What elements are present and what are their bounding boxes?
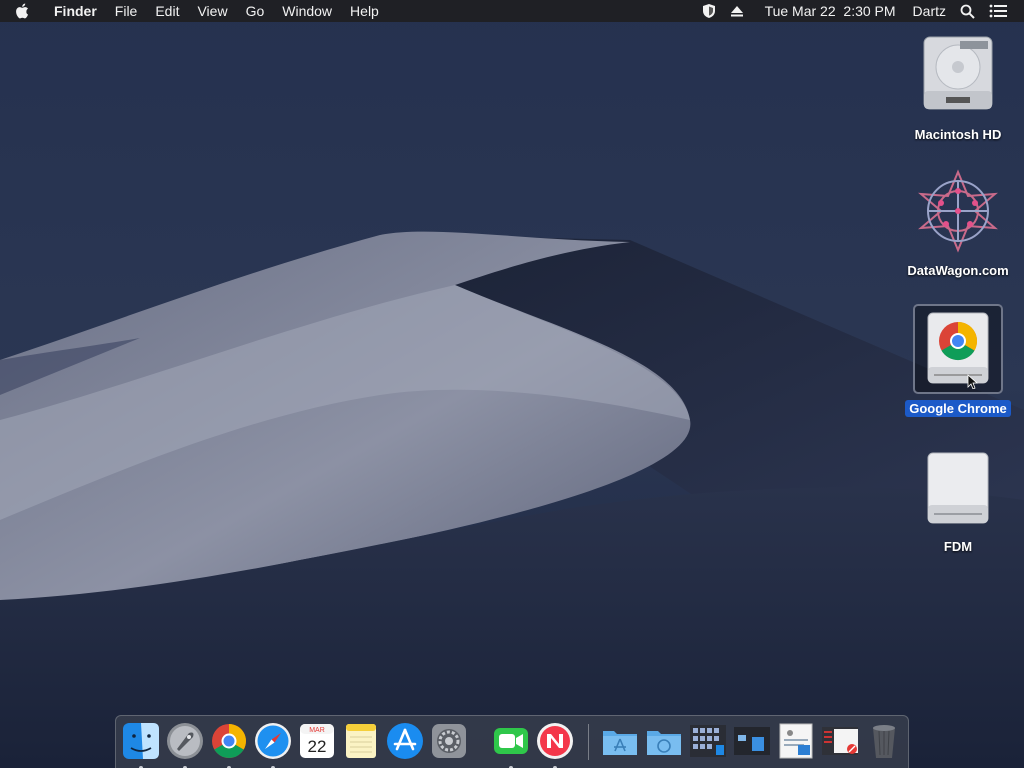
search-icon[interactable] [953, 4, 982, 19]
rocket-icon [167, 723, 203, 759]
desktop-icon-fdm[interactable]: FDM [898, 442, 1018, 555]
folder-icon [647, 731, 681, 755]
desktop-icon-google-chrome[interactable]: Google Chrome [898, 304, 1018, 417]
notification-center-icon[interactable] [982, 4, 1014, 18]
dock-item-calendar[interactable]: MAR 22 [297, 721, 337, 761]
stack-icon [690, 725, 726, 757]
desktop-icon-label: DataWagon.com [907, 263, 1009, 278]
trash-icon [873, 725, 895, 758]
dock-item-finder[interactable] [121, 721, 161, 768]
dock-item-news[interactable] [535, 721, 575, 768]
dock-item-recent-stack-1[interactable] [776, 721, 816, 761]
app-store-icon [387, 723, 423, 759]
dock-item-google-chrome[interactable] [209, 721, 249, 768]
dock-item-app-store[interactable] [385, 721, 425, 761]
notes-icon [346, 724, 376, 758]
menu-edit[interactable]: Edit [146, 0, 188, 22]
menu-help[interactable]: Help [341, 0, 388, 22]
menu-bar: Finder File Edit View Go Window Help Tue… [0, 0, 1024, 22]
chrome-disk-image-icon [913, 304, 1003, 394]
desktop-icon-datawagon[interactable]: DataWagon.com [898, 166, 1018, 279]
dock-item-applications-folder[interactable] [600, 721, 640, 761]
desktop-icon-label: FDM [943, 539, 973, 554]
chrome-icon [212, 724, 246, 758]
menu-app-finder[interactable]: Finder [44, 0, 106, 22]
menu-clock[interactable]: Tue Mar 22 2:30 PM [751, 0, 903, 22]
gear-icon [432, 724, 466, 758]
dock: MAR 22 [115, 715, 909, 768]
dock-item-safari[interactable] [253, 721, 293, 768]
dock-item-launchpad[interactable] [165, 721, 205, 768]
stack-icon [734, 727, 770, 755]
dock-separator [588, 724, 589, 760]
eject-icon[interactable] [723, 5, 751, 17]
desktop-icon-macintosh-hd[interactable]: Macintosh HD [898, 30, 1018, 143]
facetime-icon [494, 728, 528, 754]
finder-icon [123, 723, 159, 759]
dock-item-recent-stack-2[interactable] [820, 721, 860, 761]
calendar-icon: MAR 22 [300, 724, 334, 758]
menu-user[interactable]: Dartz [903, 0, 953, 22]
news-icon [537, 723, 573, 759]
dock-item-system-preferences[interactable] [429, 721, 469, 761]
desktop-icon-label: Google Chrome [905, 400, 1011, 417]
dock-item-documents-stack[interactable] [688, 721, 728, 761]
apple-icon[interactable] [0, 0, 44, 22]
dock-item-desktop-stack[interactable] [732, 721, 772, 761]
menu-go[interactable]: Go [237, 0, 274, 22]
document-stack-icon [779, 723, 813, 759]
dock-item-notes[interactable] [341, 721, 381, 761]
network-globe-icon [913, 166, 1003, 256]
dock-item-facetime[interactable] [491, 721, 531, 768]
dock-item-trash[interactable] [864, 721, 904, 761]
menu-window[interactable]: Window [273, 0, 341, 22]
calendar-month: MAR [309, 727, 325, 734]
desktop-wallpaper [0, 0, 1024, 768]
compass-icon [255, 723, 291, 759]
folder-icon [603, 731, 637, 755]
calendar-day: 22 [308, 737, 327, 756]
external-drive-icon [913, 442, 1003, 532]
menu-file[interactable]: File [106, 0, 147, 22]
hard-drive-icon [913, 30, 1003, 120]
desktop-icon-label: Macintosh HD [914, 127, 1002, 142]
menu-view[interactable]: View [188, 0, 236, 22]
dock-item-downloads-folder[interactable] [644, 721, 684, 761]
shield-icon[interactable] [695, 3, 723, 19]
document-stack-icon [822, 727, 858, 755]
